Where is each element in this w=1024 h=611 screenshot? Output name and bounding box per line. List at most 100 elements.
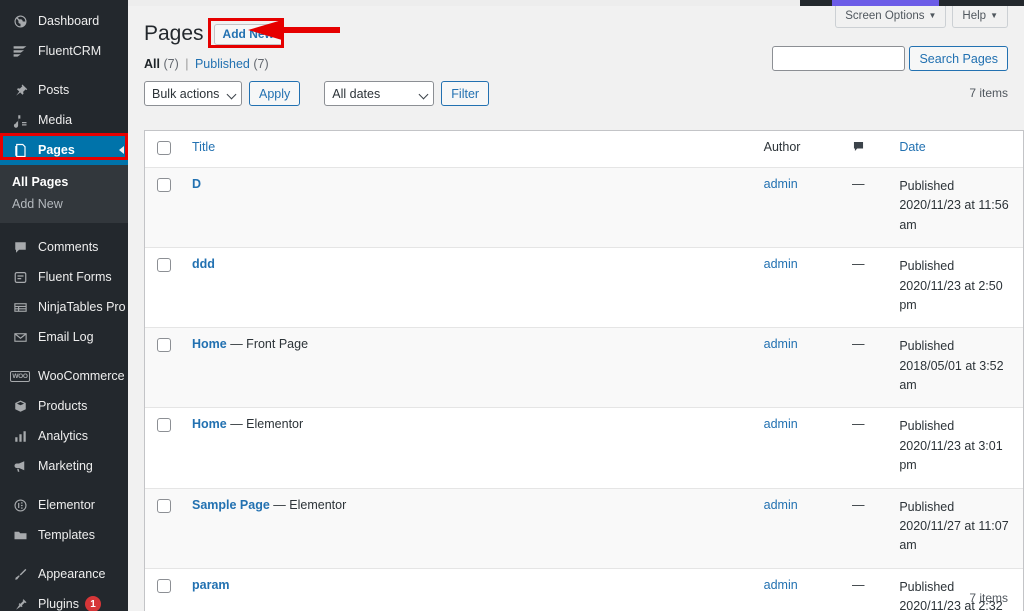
page-title-link[interactable]: Home [192, 417, 227, 431]
bulk-actions-wrapper: Bulk actions [144, 81, 242, 106]
sidebar-item-label: Marketing [38, 459, 93, 473]
date-status: Published [899, 417, 1013, 436]
select-all-checkbox-top[interactable] [157, 141, 171, 155]
add-new-button[interactable]: Add New [214, 24, 283, 45]
date-status: Published [899, 498, 1013, 517]
table-row[interactable]: D admin — Published 2020/11/23 at 11:56 … [145, 168, 1023, 248]
row-title-cell: param [182, 569, 754, 611]
bulk-actions-select[interactable]: Bulk actions [144, 81, 242, 106]
envelope-icon [10, 327, 30, 347]
date-status: Published [899, 337, 1013, 356]
sidebar-item-dashboard[interactable]: Dashboard [0, 6, 128, 36]
table-header-row: Title Author Date [145, 131, 1023, 168]
table-row[interactable]: ddd admin — Published 2020/11/23 at 2:50… [145, 248, 1023, 328]
author-link[interactable]: admin [764, 257, 798, 271]
row-comments-cell: — [842, 489, 889, 569]
row-checkbox[interactable] [157, 178, 171, 192]
row-date-cell: Published 2018/05/01 at 3:52 am [889, 328, 1023, 408]
sidebar-item-label: Dashboard [38, 14, 99, 28]
sidebar-item-label: Products [38, 399, 87, 413]
author-link[interactable]: admin [764, 177, 798, 191]
column-header-comments [842, 131, 889, 168]
comments-icon [10, 237, 30, 257]
table-row[interactable]: Sample Page — Elementor admin — Publishe… [145, 489, 1023, 569]
date-value: 2020/11/23 at 2:50 pm [899, 279, 1002, 312]
sidebar-item-woocommerce[interactable]: WOO WooCommerce [0, 361, 128, 391]
plugins-update-badge: 1 [85, 596, 101, 611]
page-title-link[interactable]: Sample Page [192, 498, 270, 512]
date-value: 2020/11/27 at 11:07 am [899, 519, 1008, 552]
author-link[interactable]: admin [764, 417, 798, 431]
row-checkbox[interactable] [157, 418, 171, 432]
sidebar-item-media[interactable]: Media [0, 105, 128, 135]
sidebar-item-fluentcrm[interactable]: FluentCRM [0, 36, 128, 66]
sidebar-separator [0, 550, 128, 559]
plug-icon [10, 594, 30, 611]
sidebar-item-plugins[interactable]: Plugins 1 [0, 589, 128, 611]
row-author-cell: admin [754, 489, 842, 569]
row-comments-cell: — [842, 168, 889, 248]
select-all-header [145, 131, 182, 168]
items-count-bottom: 7 items [969, 591, 1008, 605]
screen-options-button[interactable]: Screen Options▼ [835, 6, 946, 28]
page-title-link[interactable]: Home [192, 337, 227, 351]
screen-options-label: Screen Options [845, 10, 924, 22]
pin-icon [10, 80, 30, 100]
row-checkbox[interactable] [157, 258, 171, 272]
chart-bars-icon [10, 426, 30, 446]
sidebar-item-label: Analytics [38, 429, 88, 443]
row-checkbox[interactable] [157, 499, 171, 513]
sidebar-item-ninjatables-pro[interactable]: NinjaTables Pro [0, 292, 128, 322]
sidebar-item-pages[interactable]: Pages [0, 135, 128, 165]
sidebar-item-analytics[interactable]: Analytics [0, 421, 128, 451]
page-title-link[interactable]: D [192, 177, 201, 191]
row-author-cell: admin [754, 168, 842, 248]
page-title-suffix: — Front Page [227, 337, 308, 351]
search-input[interactable] [772, 46, 905, 71]
sidebar-item-label: Appearance [38, 567, 105, 581]
author-link[interactable]: admin [764, 498, 798, 512]
submenu-item-all-pages[interactable]: All Pages [0, 171, 128, 193]
sidebar-item-appearance[interactable]: Appearance [0, 559, 128, 589]
filter-link-published[interactable]: Published [195, 57, 250, 71]
row-title-cell: Home — Front Page [182, 328, 754, 408]
author-link[interactable]: admin [764, 337, 798, 351]
sidebar-item-fluent-forms[interactable]: Fluent Forms [0, 262, 128, 292]
sidebar-item-comments[interactable]: Comments [0, 232, 128, 262]
row-checkbox[interactable] [157, 579, 171, 593]
sidebar-item-label: Elementor [38, 498, 95, 512]
sidebar-item-elementor[interactable]: Elementor [0, 490, 128, 520]
row-checkbox-cell [145, 248, 182, 328]
search-pages-button[interactable]: Search Pages [909, 46, 1008, 71]
page-title-suffix: — Elementor [270, 498, 346, 512]
date-filter-select[interactable]: All dates [324, 81, 434, 106]
author-link[interactable]: admin [764, 578, 798, 592]
apply-button[interactable]: Apply [249, 81, 300, 106]
column-header-author: Author [754, 131, 842, 168]
sidebar-item-posts[interactable]: Posts [0, 75, 128, 105]
help-button[interactable]: Help▼ [952, 6, 1008, 28]
row-date-cell: Published 2020/11/27 at 11:07 am [889, 489, 1023, 569]
sidebar-separator [0, 66, 128, 75]
page-title-link[interactable]: ddd [192, 257, 215, 271]
sidebar-item-email-log[interactable]: Email Log [0, 322, 128, 352]
sidebar-item-templates[interactable]: Templates [0, 520, 128, 550]
search-area: Search Pages [772, 46, 1008, 71]
table-row[interactable]: param admin — Published 2020/11/23 at 2:… [145, 569, 1023, 611]
submenu-item-add-new[interactable]: Add New [0, 193, 128, 215]
table-head: Title Author Date [145, 131, 1023, 168]
row-author-cell: admin [754, 248, 842, 328]
filter-link-all[interactable]: All [144, 57, 160, 71]
sidebar-item-products[interactable]: Products [0, 391, 128, 421]
table-row[interactable]: Home — Elementor admin — Published 2020/… [145, 408, 1023, 488]
sort-date-link[interactable]: Date [899, 140, 925, 154]
filter-count-all: (7) [163, 57, 178, 71]
date-filter-wrapper: All dates [324, 81, 434, 106]
sort-title-link[interactable]: Title [192, 140, 215, 154]
row-checkbox[interactable] [157, 338, 171, 352]
column-header-date: Date [889, 131, 1023, 168]
filter-button[interactable]: Filter [441, 81, 489, 106]
page-title-link[interactable]: param [192, 578, 230, 592]
sidebar-item-marketing[interactable]: Marketing [0, 451, 128, 481]
table-row[interactable]: Home — Front Page admin — Published 2018… [145, 328, 1023, 408]
